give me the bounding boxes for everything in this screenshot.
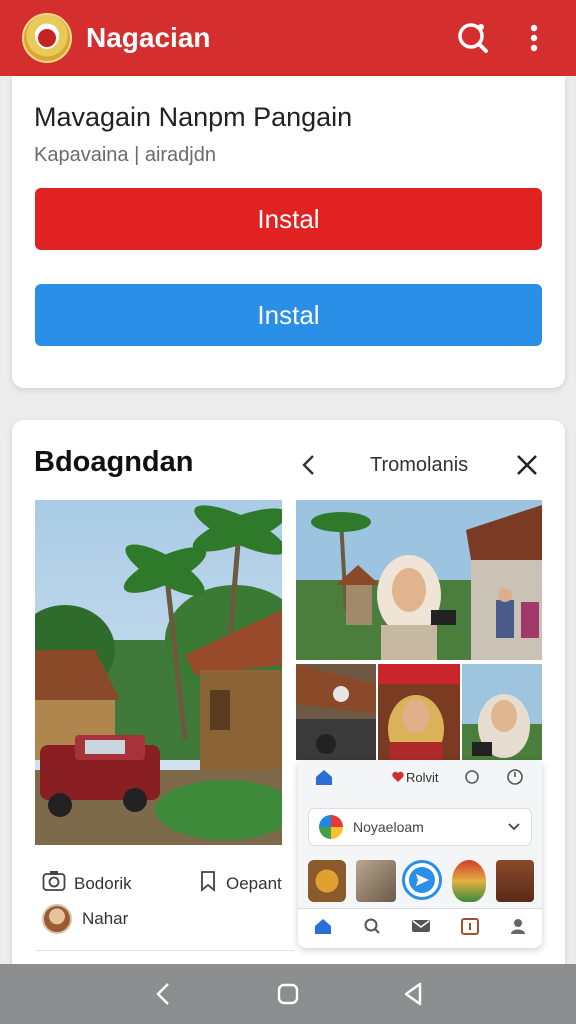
- install-card-title: Mavagain Nanpm Pangain: [34, 102, 353, 132]
- system-navigation-bar: [0, 964, 576, 1024]
- send-button[interactable]: [402, 860, 442, 900]
- profile-icon[interactable]: [509, 917, 527, 940]
- install-button-primary[interactable]: Instal: [35, 188, 542, 250]
- grid-photo-2[interactable]: [296, 664, 376, 760]
- gallery-card: Bdoagndan Tromolanis Bodorik Oepant Naha…: [12, 420, 565, 980]
- account-select[interactable]: Noyaeloam: [308, 808, 532, 846]
- popup-header: Rolvit: [298, 760, 542, 796]
- heart-icon: [392, 771, 404, 786]
- back-icon[interactable]: [141, 972, 185, 1016]
- post-actions: Bodorik Oepant: [42, 870, 292, 900]
- action-camera[interactable]: Bodorik: [42, 870, 132, 897]
- chevron-left-icon[interactable]: [296, 450, 322, 480]
- home-icon[interactable]: [266, 972, 310, 1016]
- search-icon[interactable]: [450, 16, 494, 60]
- gallery-card-title: Bdoagndan: [34, 446, 194, 478]
- clock-icon[interactable]: [506, 768, 524, 789]
- chevron-down-icon: [507, 819, 521, 835]
- account-select-value: Noyaeloam: [353, 819, 424, 835]
- home-icon[interactable]: [314, 768, 334, 789]
- grid-photo-4[interactable]: [462, 664, 542, 760]
- popup-bottom-nav: [298, 908, 542, 948]
- install-card: Mavagain Nanpm Pangain Kapavaina | airad…: [12, 76, 565, 388]
- install-card-subtitle: Kapavaina | airadjdn: [34, 144, 216, 166]
- app-title: Nagacian: [86, 22, 211, 53]
- user-row[interactable]: Nahar: [42, 904, 128, 934]
- bookmark-icon: [198, 870, 218, 897]
- app-badge-icon: [319, 815, 343, 839]
- action-bookmark-label: Oepant: [226, 873, 282, 893]
- app-logo: [22, 13, 72, 63]
- search-icon[interactable]: [363, 917, 381, 940]
- share-popup: Rolvit Noyaeloam: [298, 760, 542, 948]
- gallery-tab-label[interactable]: Tromolanis: [370, 454, 468, 477]
- share-target-2[interactable]: [356, 860, 396, 902]
- share-target-4[interactable]: [496, 860, 534, 902]
- grid-photo-1[interactable]: [296, 500, 542, 660]
- more-options-icon[interactable]: [512, 16, 556, 60]
- home-icon[interactable]: [313, 917, 333, 940]
- village-photo[interactable]: [35, 500, 282, 845]
- camera-icon: [42, 870, 66, 897]
- app-bar: Nagacian: [0, 0, 576, 76]
- user-name: Nahar: [82, 909, 129, 928]
- mail-icon[interactable]: [411, 918, 431, 939]
- divider: [35, 950, 295, 951]
- action-bookmark[interactable]: Oepant: [198, 870, 282, 897]
- share-targets: [298, 856, 542, 906]
- calendar-icon[interactable]: [461, 917, 479, 940]
- avatar: [42, 904, 72, 934]
- popup-top-label: Rolvit: [406, 770, 439, 785]
- action-camera-label: Bodorik: [74, 873, 132, 893]
- share-target-3[interactable]: [452, 860, 486, 902]
- install-button-secondary[interactable]: Instal: [35, 284, 542, 346]
- share-target-1[interactable]: [308, 860, 346, 902]
- recents-icon[interactable]: [391, 972, 435, 1016]
- info-icon[interactable]: [464, 769, 480, 788]
- grid-photo-3[interactable]: [378, 664, 460, 760]
- close-icon[interactable]: [512, 450, 542, 480]
